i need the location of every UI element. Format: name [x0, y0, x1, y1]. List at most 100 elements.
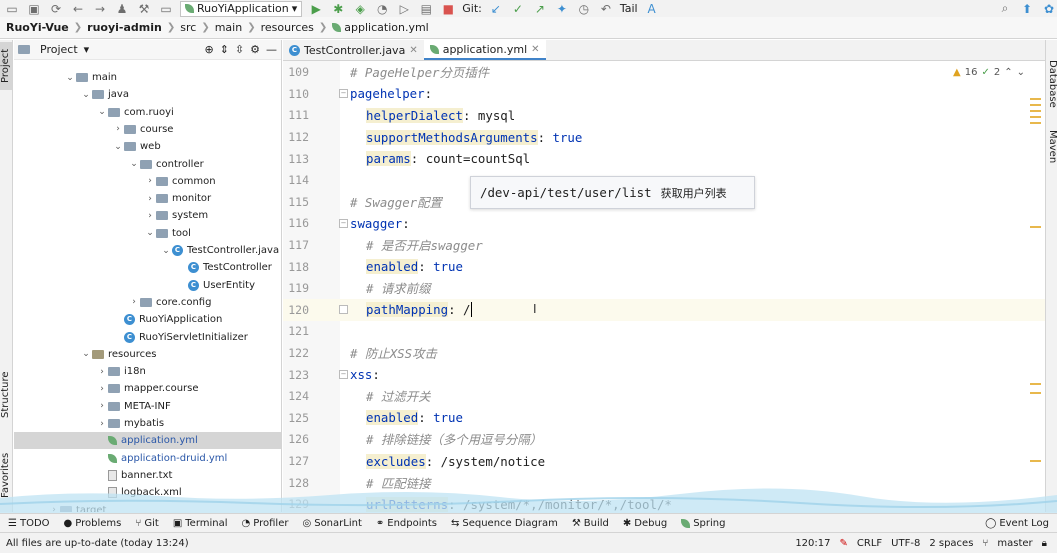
tree-item[interactable]: › i18n [14, 363, 281, 380]
code-line[interactable]: 111 helperDialect: mysql [283, 105, 1045, 127]
code-line[interactable]: 112 supportMethodsArguments: true [283, 126, 1045, 148]
git-tool-button[interactable]: ⑂ Git [135, 518, 158, 529]
chevron-down-icon[interactable]: ⌄ [1017, 67, 1025, 78]
git-commit-icon[interactable]: ✓ [510, 2, 526, 16]
breadcrumb-item[interactable]: main [215, 21, 242, 34]
chevron-down-icon[interactable]: ⌄ [128, 159, 140, 169]
code-line[interactable]: 117 # 是否开启swagger [283, 234, 1045, 256]
build-hammer-icon[interactable]: ⚒ [136, 2, 152, 16]
breadcrumb-item[interactable]: RuoYi-Vue [6, 21, 69, 34]
code-line[interactable]: 127 excludes: /system/notice [283, 450, 1045, 472]
tree-item[interactable]: C TestController [14, 259, 281, 276]
chevron-right-icon[interactable]: › [144, 211, 156, 221]
file-encoding[interactable]: UTF-8 [891, 538, 920, 549]
fold-toggle-icon[interactable]: − [339, 369, 348, 379]
plugin-icon[interactable]: ✿ [1041, 2, 1057, 16]
tree-item[interactable]: ⌄ controller [14, 156, 281, 173]
chevron-right-icon[interactable]: › [112, 124, 124, 134]
profile-icon[interactable]: ◔ [374, 2, 390, 16]
chevron-right-icon[interactable]: › [128, 297, 140, 307]
chevron-down-icon[interactable]: ⌄ [64, 73, 76, 83]
tree-item[interactable]: › course [14, 121, 281, 138]
caret-position[interactable]: 120:17 [795, 538, 830, 549]
run-configuration-select[interactable]: RuoYiApplication ▾ [180, 0, 303, 17]
chevron-right-icon[interactable]: › [144, 176, 156, 186]
debug-tool-button[interactable]: ✱ Debug [623, 518, 667, 529]
back-icon[interactable]: ← [70, 2, 86, 16]
terminal-tool-button[interactable]: ▣ Terminal [173, 518, 228, 529]
tree-item[interactable]: ⌄ com.ruoyi [14, 104, 281, 121]
code-line[interactable]: 124 # 过滤开关 [283, 386, 1045, 408]
history-icon[interactable]: ◷ [576, 2, 592, 16]
tree-item[interactable]: logback.xml [14, 484, 281, 501]
code-line[interactable]: 109 # PageHelper分页插件 [283, 62, 1045, 84]
chevron-right-icon[interactable]: › [48, 505, 60, 512]
breadcrumb-item[interactable]: application.yml [344, 21, 428, 34]
git-fetch-icon[interactable]: ✦ [554, 2, 570, 16]
tree-item[interactable]: ⌄ C TestController.java [14, 242, 281, 259]
code-line[interactable]: 125 enabled: true [283, 407, 1045, 429]
debug-icon[interactable]: ✱ [330, 2, 346, 16]
indent-setting[interactable]: 2 spaces [929, 538, 973, 549]
maven-tool-button[interactable]: Maven [1046, 130, 1057, 170]
chevron-down-icon[interactable]: ⌄ [112, 142, 124, 152]
git-update-icon[interactable]: ↙ [488, 2, 504, 16]
tree-item[interactable]: ⌄ web [14, 138, 281, 155]
tool-icon[interactable]: ✎ [840, 538, 848, 549]
run-icon[interactable]: ▶ [308, 2, 324, 16]
tree-item[interactable]: › core.config [14, 294, 281, 311]
project-panel-title[interactable]: Project [40, 43, 78, 56]
spring-tool-button[interactable]: Spring [681, 518, 725, 529]
code-line[interactable]: 120 pathMapping: / [283, 299, 1045, 321]
minimize-icon[interactable]: — [266, 43, 277, 56]
tree-item[interactable]: ⌄ java [14, 86, 281, 103]
resume-icon[interactable]: ▷ [396, 2, 412, 16]
chevron-right-icon[interactable]: › [96, 367, 108, 377]
structure-tool-button[interactable]: Structure [0, 365, 12, 425]
fold-toggle-icon[interactable] [339, 305, 348, 315]
tree-item[interactable]: C UserEntity [14, 277, 281, 294]
update-icon[interactable]: ⬆ [1019, 2, 1035, 16]
rollback-icon[interactable]: ↶ [598, 2, 614, 16]
build-tool-button[interactable]: ⚒ Build [572, 518, 609, 529]
code-line[interactable]: 110 pagehelper: − [283, 83, 1045, 105]
tab-testcontroller[interactable]: C TestController.java ✕ [283, 40, 424, 60]
gear-icon[interactable]: ⚙ [250, 43, 260, 56]
forward-icon[interactable]: → [92, 2, 108, 16]
tree-item[interactable]: › target [14, 502, 281, 512]
breadcrumb-item[interactable]: resources [261, 21, 314, 34]
fold-toggle-icon[interactable]: − [339, 89, 348, 99]
chevron-right-icon[interactable]: › [144, 194, 156, 204]
tree-item[interactable]: ⌄ main [14, 69, 281, 86]
tree-item[interactable]: banner.txt [14, 467, 281, 484]
git-push-icon[interactable]: ↗ [532, 2, 548, 16]
git-branch[interactable]: master [997, 538, 1032, 549]
tree-item[interactable]: ⌄ tool [14, 225, 281, 242]
inspection-widget[interactable]: ▲ 16 ✓ 2 ⌃ ⌄ [953, 67, 1025, 78]
chevron-right-icon[interactable]: › [96, 384, 108, 394]
project-tool-button[interactable]: Project [0, 42, 12, 90]
tree-item[interactable]: › mybatis [14, 415, 281, 432]
line-separator[interactable]: CRLF [857, 538, 882, 549]
code-line[interactable]: 113 params: count=countSql [283, 148, 1045, 170]
close-icon[interactable]: ✕ [409, 45, 417, 56]
coverage-icon[interactable]: ◈ [352, 2, 368, 16]
event-log-tool-button[interactable]: ◯ Event Log [985, 518, 1057, 529]
breadcrumb-item[interactable]: ruoyi-admin [87, 21, 162, 34]
tree-item[interactable]: C RuoYiApplication [14, 311, 281, 328]
user-icon[interactable]: ♟ [114, 2, 130, 16]
todo-tool-button[interactable]: ☰ TODO [8, 518, 50, 529]
folder-icon[interactable]: ▭ [158, 2, 174, 16]
breadcrumb-item[interactable]: src [180, 21, 196, 34]
search-icon[interactable]: ⌕ [997, 1, 1013, 16]
favorites-tool-button[interactable]: Favorites [0, 445, 12, 505]
database-tool-button[interactable]: Database [1046, 60, 1057, 120]
tree-item[interactable]: application.yml [14, 432, 281, 450]
chevron-down-icon[interactable]: ▾ [84, 43, 90, 56]
open-folder-icon[interactable]: ▭ [4, 2, 20, 16]
collapse-all-icon[interactable]: ⇳ [235, 43, 244, 56]
stop-icon[interactable]: ■ [440, 2, 456, 16]
code-line[interactable]: 116 swagger: − [283, 213, 1045, 235]
tree-item[interactable]: › monitor [14, 190, 281, 207]
profiler-tool-button[interactable]: ◔ Profiler [242, 518, 289, 529]
